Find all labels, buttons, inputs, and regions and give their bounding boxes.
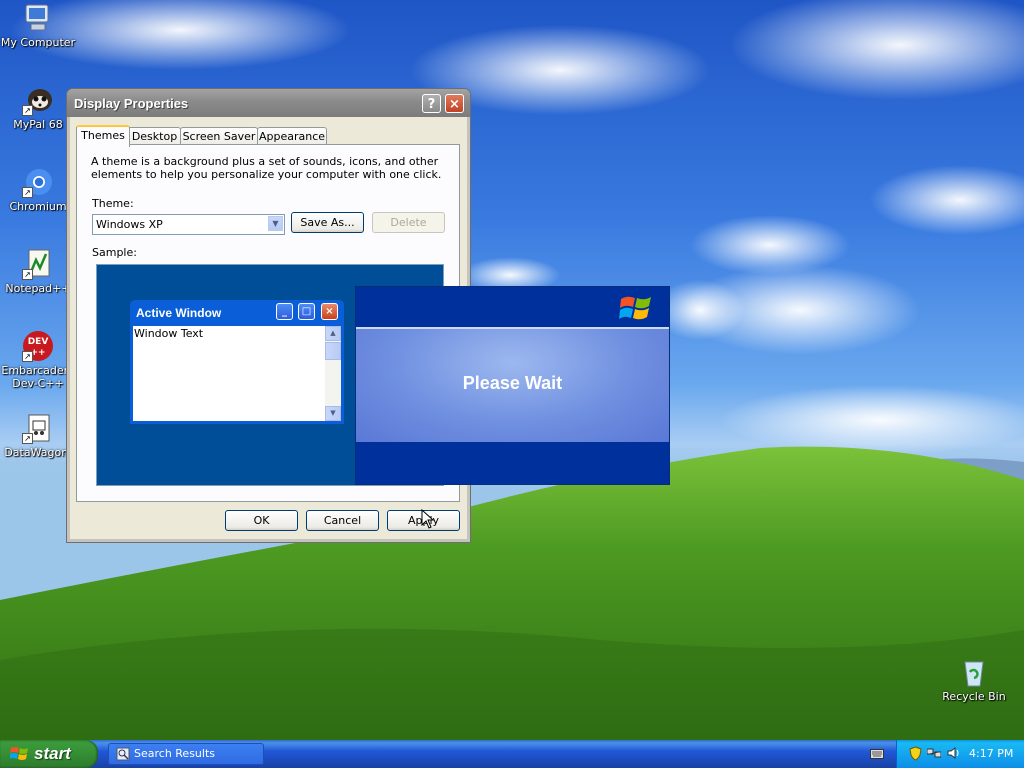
desktop-icon-devcpp[interactable]: DEV ++ ↗ Embarcadero Dev-C++ <box>0 330 76 390</box>
windows-flag-icon <box>10 747 28 760</box>
sample-active-window: Active Window _ □ × Window Text ▲ ▼ <box>130 300 344 424</box>
tab-appearance[interactable]: Appearance <box>257 127 327 145</box>
save-as-button[interactable]: Save As... <box>291 212 364 233</box>
clock[interactable]: 4:17 PM <box>969 747 1013 760</box>
desktop-icon-recycle-bin[interactable]: Recycle Bin <box>936 656 1012 703</box>
desktop-icon-datawagon[interactable]: ↗ DataWagon. <box>0 412 76 459</box>
sample-window-client: Window Text ▲ ▼ <box>133 326 341 421</box>
search-results-icon <box>116 747 130 761</box>
taskbar-item-label: Search Results <box>134 747 216 760</box>
desktop-icon-notepadpp[interactable]: ↗ Notepad++ <box>0 248 76 295</box>
sample-window-title: Active Window <box>136 306 222 320</box>
minimize-icon: _ <box>276 303 293 320</box>
please-wait-dialog: Please Wait <box>355 286 670 485</box>
desktop-icon-chromium[interactable]: ↗ Chromium <box>0 166 76 213</box>
mouse-cursor-icon <box>421 509 435 529</box>
scroll-thumb <box>325 342 341 360</box>
windows-logo-icon <box>619 296 651 320</box>
tab-desktop[interactable]: Desktop <box>128 127 181 145</box>
theme-description: A theme is a background plus a set of so… <box>91 155 442 181</box>
chevron-down-icon[interactable]: ▼ <box>268 216 283 231</box>
network-icon[interactable] <box>927 747 941 759</box>
system-tray: 4:17 PM <box>896 740 1024 768</box>
mypal-browser-icon: ↗ <box>22 84 54 116</box>
desktop-icon-my-computer[interactable]: My Computer <box>0 2 76 49</box>
scroll-up-icon: ▲ <box>325 326 341 341</box>
cancel-button[interactable]: Cancel <box>306 510 379 531</box>
theme-dropdown[interactable]: Windows XP ▼ <box>92 214 285 235</box>
ok-button[interactable]: OK <box>225 510 298 531</box>
desktop-icon-label-line2: Dev-C++ <box>12 377 64 390</box>
recycle-bin-icon <box>958 656 990 688</box>
desktop-icon-label-line1: Embarcadero <box>1 364 75 377</box>
security-shield-icon[interactable] <box>909 746 922 761</box>
keyboard-icon[interactable] <box>870 748 884 760</box>
desktop-icon-label: DataWagon. <box>4 446 72 459</box>
maximize-icon: □ <box>298 303 315 320</box>
start-label: start <box>34 744 71 763</box>
start-button[interactable]: start <box>0 740 98 768</box>
desktop-icon-label: Notepad++ <box>5 282 71 295</box>
desktop-icon-mypal[interactable]: ↗ MyPal 68 <box>0 84 76 131</box>
sample-label: Sample: <box>92 246 137 259</box>
volume-icon[interactable] <box>946 746 960 760</box>
notepadpp-icon: ↗ <box>22 248 54 280</box>
window-title: Display Properties <box>74 96 189 111</box>
desktop-icon-label: My Computer <box>0 36 76 49</box>
taskbar-item-search-results[interactable]: Search Results <box>108 743 264 765</box>
please-wait-message: Please Wait <box>462 373 563 393</box>
svg-text:DEV: DEV <box>28 337 49 347</box>
desktop-icon-label: Chromium <box>9 200 67 213</box>
help-button[interactable]: ? <box>422 94 441 113</box>
tab-screen-saver[interactable]: Screen Saver <box>180 127 258 145</box>
sample-scrollbar: ▲ ▼ <box>325 326 341 421</box>
theme-value: Windows XP <box>96 218 163 231</box>
title-bar[interactable]: Display Properties ? × <box>67 89 470 117</box>
desktop-icon-label: MyPal 68 <box>13 118 63 131</box>
tab-themes[interactable]: Themes <box>76 125 130 147</box>
my-computer-icon <box>22 2 54 34</box>
scroll-down-icon: ▼ <box>325 406 341 421</box>
close-button[interactable]: × <box>445 94 464 113</box>
taskbar: start Search Results 4:17 PM <box>0 740 1024 768</box>
desktop-icon-label: Recycle Bin <box>942 690 1006 703</box>
chromium-icon: ↗ <box>22 166 54 198</box>
sample-window-text: Window Text <box>134 327 204 340</box>
dev-cpp-icon: DEV ++ ↗ <box>22 330 54 362</box>
datawagon-icon: ↗ <box>22 412 54 444</box>
close-icon: × <box>321 303 338 320</box>
theme-label: Theme: <box>92 197 134 210</box>
delete-button[interactable]: Delete <box>372 212 445 233</box>
